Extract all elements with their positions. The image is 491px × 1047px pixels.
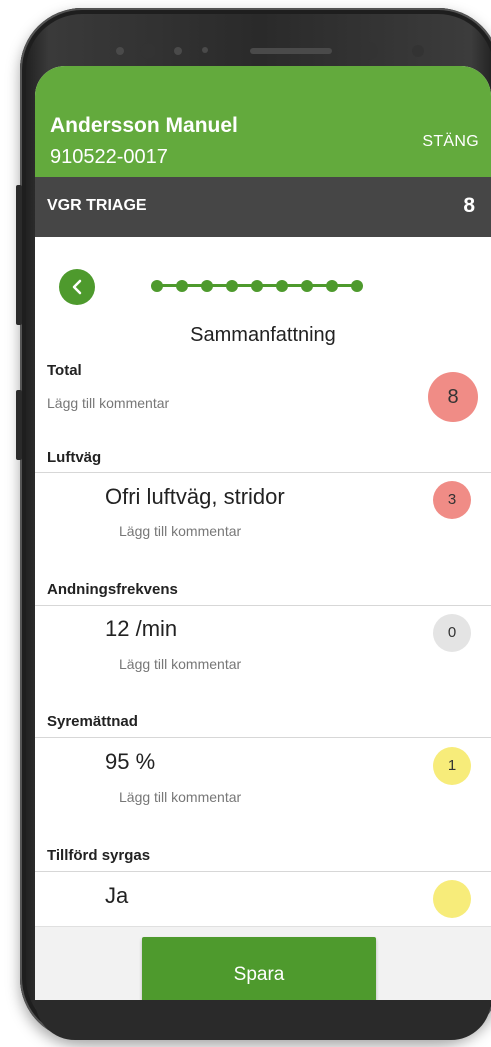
luftvag-add-comment[interactable]: Lägg till kommentar	[119, 523, 241, 539]
close-button[interactable]: STÄNG	[422, 133, 479, 151]
luftvag-score-badge: 3	[433, 481, 471, 519]
phone-bottom-bezel	[35, 1000, 491, 1040]
camera-area	[110, 38, 440, 64]
divider	[35, 605, 491, 606]
step-dot	[326, 280, 338, 292]
andningsfrekvens-value[interactable]: 12 /min	[105, 616, 177, 642]
syremattnad-value[interactable]: 95 %	[105, 749, 155, 775]
patient-header: Andersson Manuel 910522-0017 STÄNG	[35, 66, 491, 177]
speaker-grille	[250, 48, 332, 54]
step-dot	[276, 280, 288, 292]
front-camera-icon	[360, 42, 378, 60]
camera-icon	[140, 43, 156, 59]
step-dot	[176, 280, 188, 292]
chevron-left-icon	[72, 279, 82, 295]
section-label-luftvag: Luftväg	[47, 449, 102, 466]
syremattnad-add-comment[interactable]: Lägg till kommentar	[119, 789, 241, 805]
step-dot	[226, 280, 238, 292]
total-label: Total	[47, 362, 82, 379]
section-label-syremattnad: Syremättnad	[47, 713, 138, 730]
total-add-comment[interactable]: Lägg till kommentar	[47, 395, 169, 411]
step-dot	[201, 280, 213, 292]
tillford-syrgas-score-badge	[433, 880, 471, 918]
footer-bar: Spara	[35, 926, 491, 1000]
divider	[35, 737, 491, 738]
triage-bar: VGR TRIAGE 8	[35, 177, 491, 237]
save-button[interactable]: Spara	[142, 937, 376, 1000]
step-dot	[301, 280, 313, 292]
volume-button	[16, 185, 22, 325]
sensor-dot	[174, 47, 182, 55]
step-dot	[151, 280, 163, 292]
back-button[interactable]	[59, 269, 95, 305]
andningsfrekvens-add-comment[interactable]: Lägg till kommentar	[119, 656, 241, 672]
syremattnad-score-badge: 1	[433, 747, 471, 785]
tillford-syrgas-value[interactable]: Ja	[105, 883, 128, 909]
patient-id: 910522-0017	[50, 146, 168, 168]
app-screen: Andersson Manuel 910522-0017 STÄNG VGR T…	[35, 66, 491, 1000]
page-title: Sammanfattning	[190, 324, 336, 346]
sensor-dot	[412, 45, 424, 57]
triage-title: VGR TRIAGE	[47, 197, 147, 214]
divider	[35, 472, 491, 473]
section-label-andningsfrekvens: Andningsfrekvens	[47, 581, 178, 598]
sensor-dot	[202, 47, 208, 53]
sensor-dot	[116, 47, 124, 55]
step-dot	[351, 280, 363, 292]
divider	[35, 871, 491, 872]
section-label-tillford-syrgas: Tillförd syrgas	[47, 847, 151, 864]
total-score-badge: 8	[428, 372, 478, 422]
luftvag-value[interactable]: Ofri luftväg, stridor	[105, 484, 285, 510]
power-button	[16, 390, 22, 460]
step-dot	[251, 280, 263, 292]
triage-total-score: 8	[463, 194, 475, 217]
patient-name: Andersson Manuel	[50, 114, 238, 137]
andningsfrekvens-score-badge: 0	[433, 614, 471, 652]
